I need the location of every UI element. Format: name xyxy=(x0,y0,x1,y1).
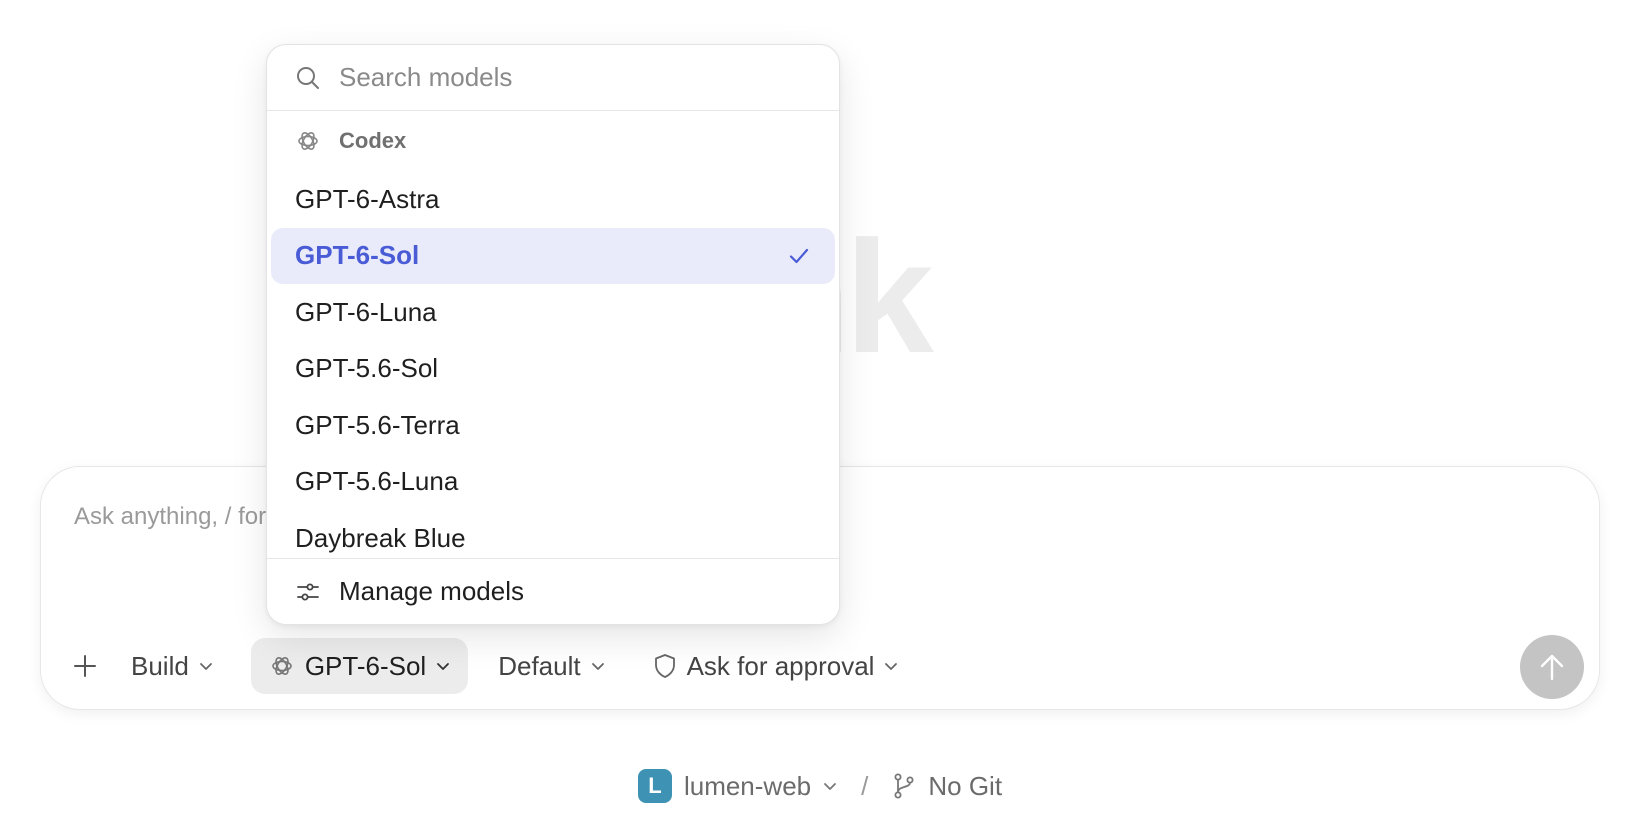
mode-selector-button[interactable]: Build xyxy=(113,638,231,694)
model-option-label: GPT-5.6-Sol xyxy=(295,353,439,384)
model-option[interactable]: Daybreak Blue xyxy=(271,510,835,559)
model-option-label: Daybreak Blue xyxy=(295,522,466,553)
project-footer: L lumen-web / No Git xyxy=(0,766,1640,806)
chevron-down-icon xyxy=(199,663,212,670)
model-option-label: GPT-5.6-Luna xyxy=(295,466,459,497)
model-group-header: Codex xyxy=(267,111,839,171)
project-name: lumen-web xyxy=(683,770,812,801)
model-option[interactable]: GPT-6-Luna xyxy=(271,284,835,341)
git-label: No Git xyxy=(928,770,1003,801)
check-icon xyxy=(789,248,809,263)
profile-selector-button[interactable]: Default xyxy=(480,638,622,694)
plus-icon xyxy=(74,655,96,677)
footer-separator: / xyxy=(861,770,869,801)
send-button[interactable] xyxy=(1520,635,1584,699)
model-option[interactable]: GPT-5.6-Sol xyxy=(271,341,835,398)
project-selector[interactable]: L lumen-web xyxy=(637,769,837,803)
add-attachment-button[interactable] xyxy=(61,642,109,690)
sliders-icon xyxy=(297,583,319,600)
model-option-label: GPT-6-Sol xyxy=(295,240,420,271)
model-option-label: GPT-6-Luna xyxy=(295,296,437,327)
openai-logo-icon xyxy=(298,132,318,150)
model-items: GPT-6-Astra GPT-6-Sol GPT-6-Luna GPT-5.6-So… xyxy=(267,171,839,559)
approval-selector-button[interactable]: Ask for approval xyxy=(635,638,917,694)
model-option[interactable]: GPT-5.6-Terra xyxy=(271,397,835,454)
profile-label: Default xyxy=(498,650,581,681)
model-option[interactable]: GPT-6-Sol xyxy=(271,227,835,284)
search-icon xyxy=(297,66,319,89)
git-status[interactable]: No Git xyxy=(892,771,1002,802)
model-option[interactable]: GPT-5.6-Luna xyxy=(271,454,835,511)
app-stage: delnk Build xyxy=(0,0,1640,820)
manage-models-label: Manage models xyxy=(339,576,524,606)
composer-toolbar: Build GPT-6-Sol Default Ask for approval xyxy=(61,637,916,695)
model-option-label: GPT-6-Astra xyxy=(295,183,440,214)
model-option[interactable]: GPT-6-Astra xyxy=(271,171,835,228)
chevron-down-icon xyxy=(885,663,898,670)
chevron-down-icon xyxy=(824,783,837,790)
model-label: GPT-6-Sol xyxy=(304,650,427,681)
model-group-label: Codex xyxy=(339,128,407,153)
model-search-input[interactable] xyxy=(339,57,799,98)
manage-models-button[interactable]: Manage models xyxy=(267,558,839,624)
model-selector-button[interactable]: GPT-6-Sol xyxy=(250,638,469,694)
git-branch-icon xyxy=(894,773,914,799)
approval-label: Ask for approval xyxy=(686,650,875,681)
chevron-down-icon xyxy=(591,663,604,670)
mode-label: Build xyxy=(131,650,189,681)
model-option-label: GPT-5.6-Terra xyxy=(295,409,460,440)
model-search xyxy=(267,45,839,111)
model-dropdown: Codex GPT-6-AstraGPT-6-SolGPT-6-LunaGPT-… xyxy=(266,44,840,625)
model-list[interactable]: Codex GPT-6-Astra GPT-6-Sol GPT-6-Luna GPT-… xyxy=(267,111,839,559)
chevron-down-icon xyxy=(437,663,450,670)
shield-icon xyxy=(654,654,675,678)
arrow-up-icon xyxy=(1540,654,1564,681)
project-avatar: L xyxy=(637,769,672,803)
openai-logo-icon xyxy=(272,657,292,675)
